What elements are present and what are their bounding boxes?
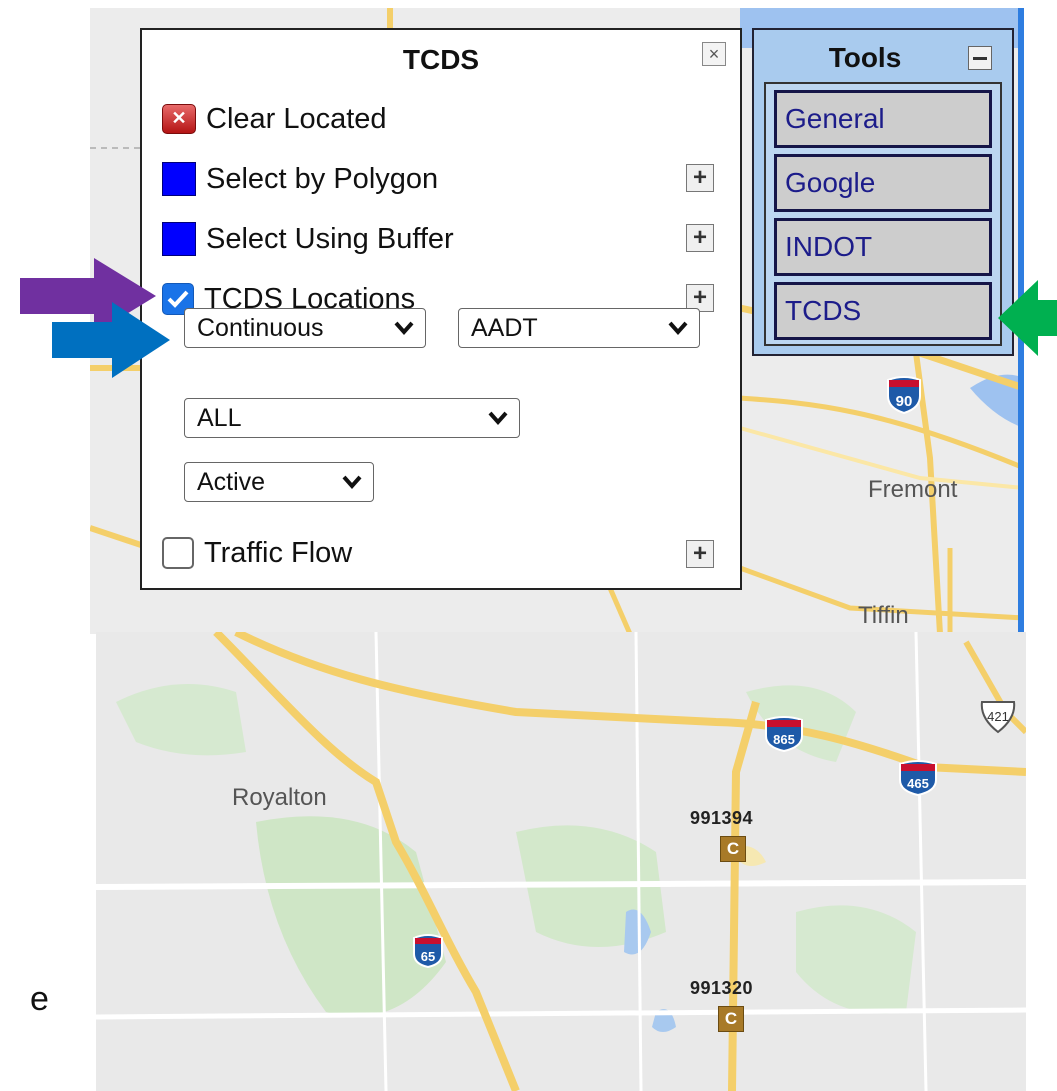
shield-465-label: 465 bbox=[907, 776, 929, 791]
blue-arrow-shape bbox=[52, 302, 170, 378]
tool-google-button[interactable]: Google bbox=[774, 154, 992, 212]
tools-button-group: General Google INDOT TCDS bbox=[764, 82, 1002, 346]
traffic-flow-label: Traffic Flow bbox=[204, 536, 353, 569]
scope-select[interactable]: ALL bbox=[184, 398, 520, 438]
select-buffer-label: Select Using Buffer bbox=[206, 222, 454, 255]
interstate-465-shield-icon: 465 bbox=[899, 760, 937, 796]
shield-865-label: 865 bbox=[773, 732, 795, 747]
scope-select-value: ALL bbox=[197, 403, 242, 432]
traffic-flow-checkbox[interactable] bbox=[162, 537, 194, 569]
status-select-value: Active bbox=[197, 467, 266, 496]
marker-label-991320: 991320 bbox=[690, 978, 754, 998]
interstate-shield-icon: 90 bbox=[887, 376, 921, 414]
chevron-down-icon bbox=[668, 321, 688, 336]
tool-indot-button[interactable]: INDOT bbox=[774, 218, 992, 276]
minus-icon[interactable] bbox=[968, 46, 992, 70]
type-select[interactable]: Continuous bbox=[184, 308, 426, 348]
interstate-65-shield-icon: 65 bbox=[413, 934, 443, 968]
blue-arrow-icon bbox=[52, 302, 170, 378]
tools-panel: Tools General Google INDOT TCDS bbox=[752, 28, 1014, 356]
close-icon[interactable]: × bbox=[702, 42, 726, 66]
select-polygon-row[interactable]: Select by Polygon bbox=[162, 160, 438, 198]
chevron-down-icon bbox=[394, 321, 414, 336]
count-station-marker-icon[interactable]: C bbox=[718, 1006, 744, 1032]
shield-65-label: 65 bbox=[421, 949, 435, 964]
select-polygon-label: Select by Polygon bbox=[206, 162, 439, 195]
shield-90-label: 90 bbox=[896, 393, 913, 410]
tools-panel-title: Tools bbox=[828, 42, 902, 73]
select-buffer-plus-icon[interactable]: + bbox=[686, 224, 714, 252]
green-arrow-icon bbox=[998, 280, 1057, 356]
count-station-marker-icon[interactable]: C bbox=[720, 836, 746, 862]
traffic-flow-plus-icon[interactable]: + bbox=[686, 540, 714, 568]
measure-select-value: AADT bbox=[471, 313, 538, 342]
clear-x-icon[interactable]: ✕ bbox=[162, 104, 196, 134]
bottom-map-view[interactable]: Royalton 865 465 421 65 991394 C 991320 … bbox=[96, 632, 1026, 1091]
map-label-fremont: Fremont bbox=[868, 476, 958, 503]
slide-text-fragment: e bbox=[30, 980, 49, 1018]
select-buffer-row[interactable]: Select Using Buffer bbox=[162, 220, 454, 258]
select-polygon-plus-icon[interactable]: + bbox=[686, 164, 714, 192]
tool-tcds-button[interactable]: TCDS bbox=[774, 282, 992, 340]
clear-located-label: Clear Located bbox=[206, 102, 387, 135]
tcds-panel: TCDS × ✕ Clear Located Select by Polygon… bbox=[140, 28, 742, 590]
bottom-map-roads bbox=[96, 632, 1026, 1091]
shield-421-label: 421 bbox=[987, 709, 1009, 724]
map-label-tiffin: Tiffin bbox=[858, 602, 909, 629]
chevron-down-icon bbox=[342, 475, 362, 490]
map-label-royalton: Royalton bbox=[232, 784, 327, 811]
status-select[interactable]: Active bbox=[184, 462, 374, 502]
us-route-shield-icon: 421 bbox=[980, 701, 1016, 734]
clear-located-row[interactable]: ✕ Clear Located bbox=[162, 100, 387, 138]
tool-general-button[interactable]: General bbox=[774, 90, 992, 148]
tcds-panel-title: TCDS bbox=[402, 44, 480, 75]
traffic-flow-row[interactable]: Traffic Flow bbox=[162, 534, 352, 572]
select-polygon-swatch[interactable] bbox=[162, 162, 196, 196]
select-buffer-swatch[interactable] bbox=[162, 222, 196, 256]
measure-select[interactable]: AADT bbox=[458, 308, 700, 348]
chevron-down-icon bbox=[488, 411, 508, 426]
interstate-865-shield-icon: 865 bbox=[765, 716, 803, 752]
marker-label-991394: 991394 bbox=[690, 808, 754, 828]
green-arrow-shape bbox=[998, 280, 1057, 356]
type-select-value: Continuous bbox=[197, 313, 324, 342]
